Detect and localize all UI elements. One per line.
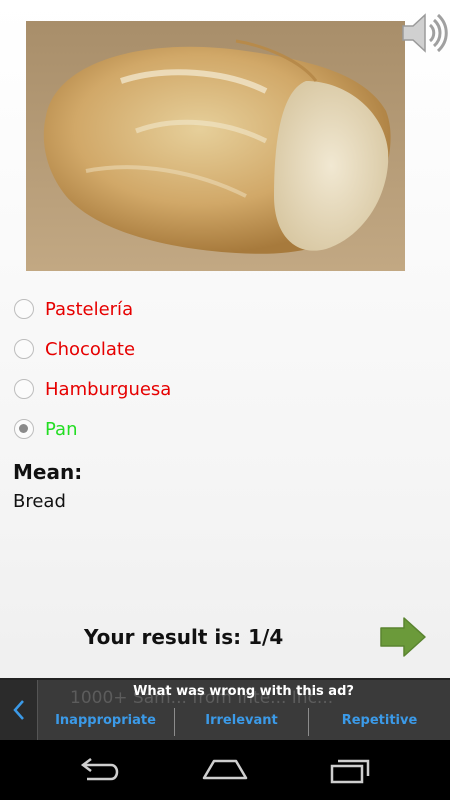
recent-apps-icon[interactable] (326, 752, 376, 788)
meaning-value: Bread (13, 491, 66, 512)
option-label: Pan (45, 418, 78, 440)
ad-choice-repetitive[interactable]: Repetitive (309, 706, 450, 736)
home-icon[interactable] (200, 752, 250, 788)
radio-button[interactable] (14, 379, 34, 399)
answer-option-chocolate[interactable]: Chocolate (14, 333, 314, 365)
radio-button-selected[interactable] (14, 419, 34, 439)
back-icon[interactable] (75, 752, 125, 788)
ad-feedback-question: What was wrong with this ad? (133, 684, 354, 699)
ad-choice-inappropriate[interactable]: Inappropriate (37, 706, 174, 736)
next-arrow-button[interactable] (378, 615, 428, 659)
option-label: Hamburguesa (45, 378, 172, 400)
speaker-volume-icon[interactable] (399, 8, 449, 58)
chevron-left-icon (12, 700, 24, 720)
radio-button[interactable] (14, 299, 34, 319)
question-image (26, 21, 405, 271)
arrow-right-icon (380, 617, 426, 657)
ad-feedback-bar: 1000+ Sam... from Inte... Inc... What wa… (0, 678, 450, 740)
answer-option-pasteleria[interactable]: Pastelería (14, 293, 314, 325)
bread-photo (26, 21, 405, 271)
radio-button[interactable] (14, 339, 34, 359)
option-label: Chocolate (45, 338, 136, 360)
ad-choice-irrelevant[interactable]: Irrelevant (175, 706, 308, 736)
meaning-heading: Mean: (13, 460, 83, 484)
answer-option-pan[interactable]: Pan (14, 413, 314, 445)
system-nav-bar (0, 740, 450, 800)
option-label: Pastelería (45, 298, 134, 320)
result-text: Your result is: 1/4 (84, 625, 284, 649)
ad-back-button[interactable] (0, 680, 38, 740)
answer-option-hamburguesa[interactable]: Hamburguesa (14, 373, 314, 405)
